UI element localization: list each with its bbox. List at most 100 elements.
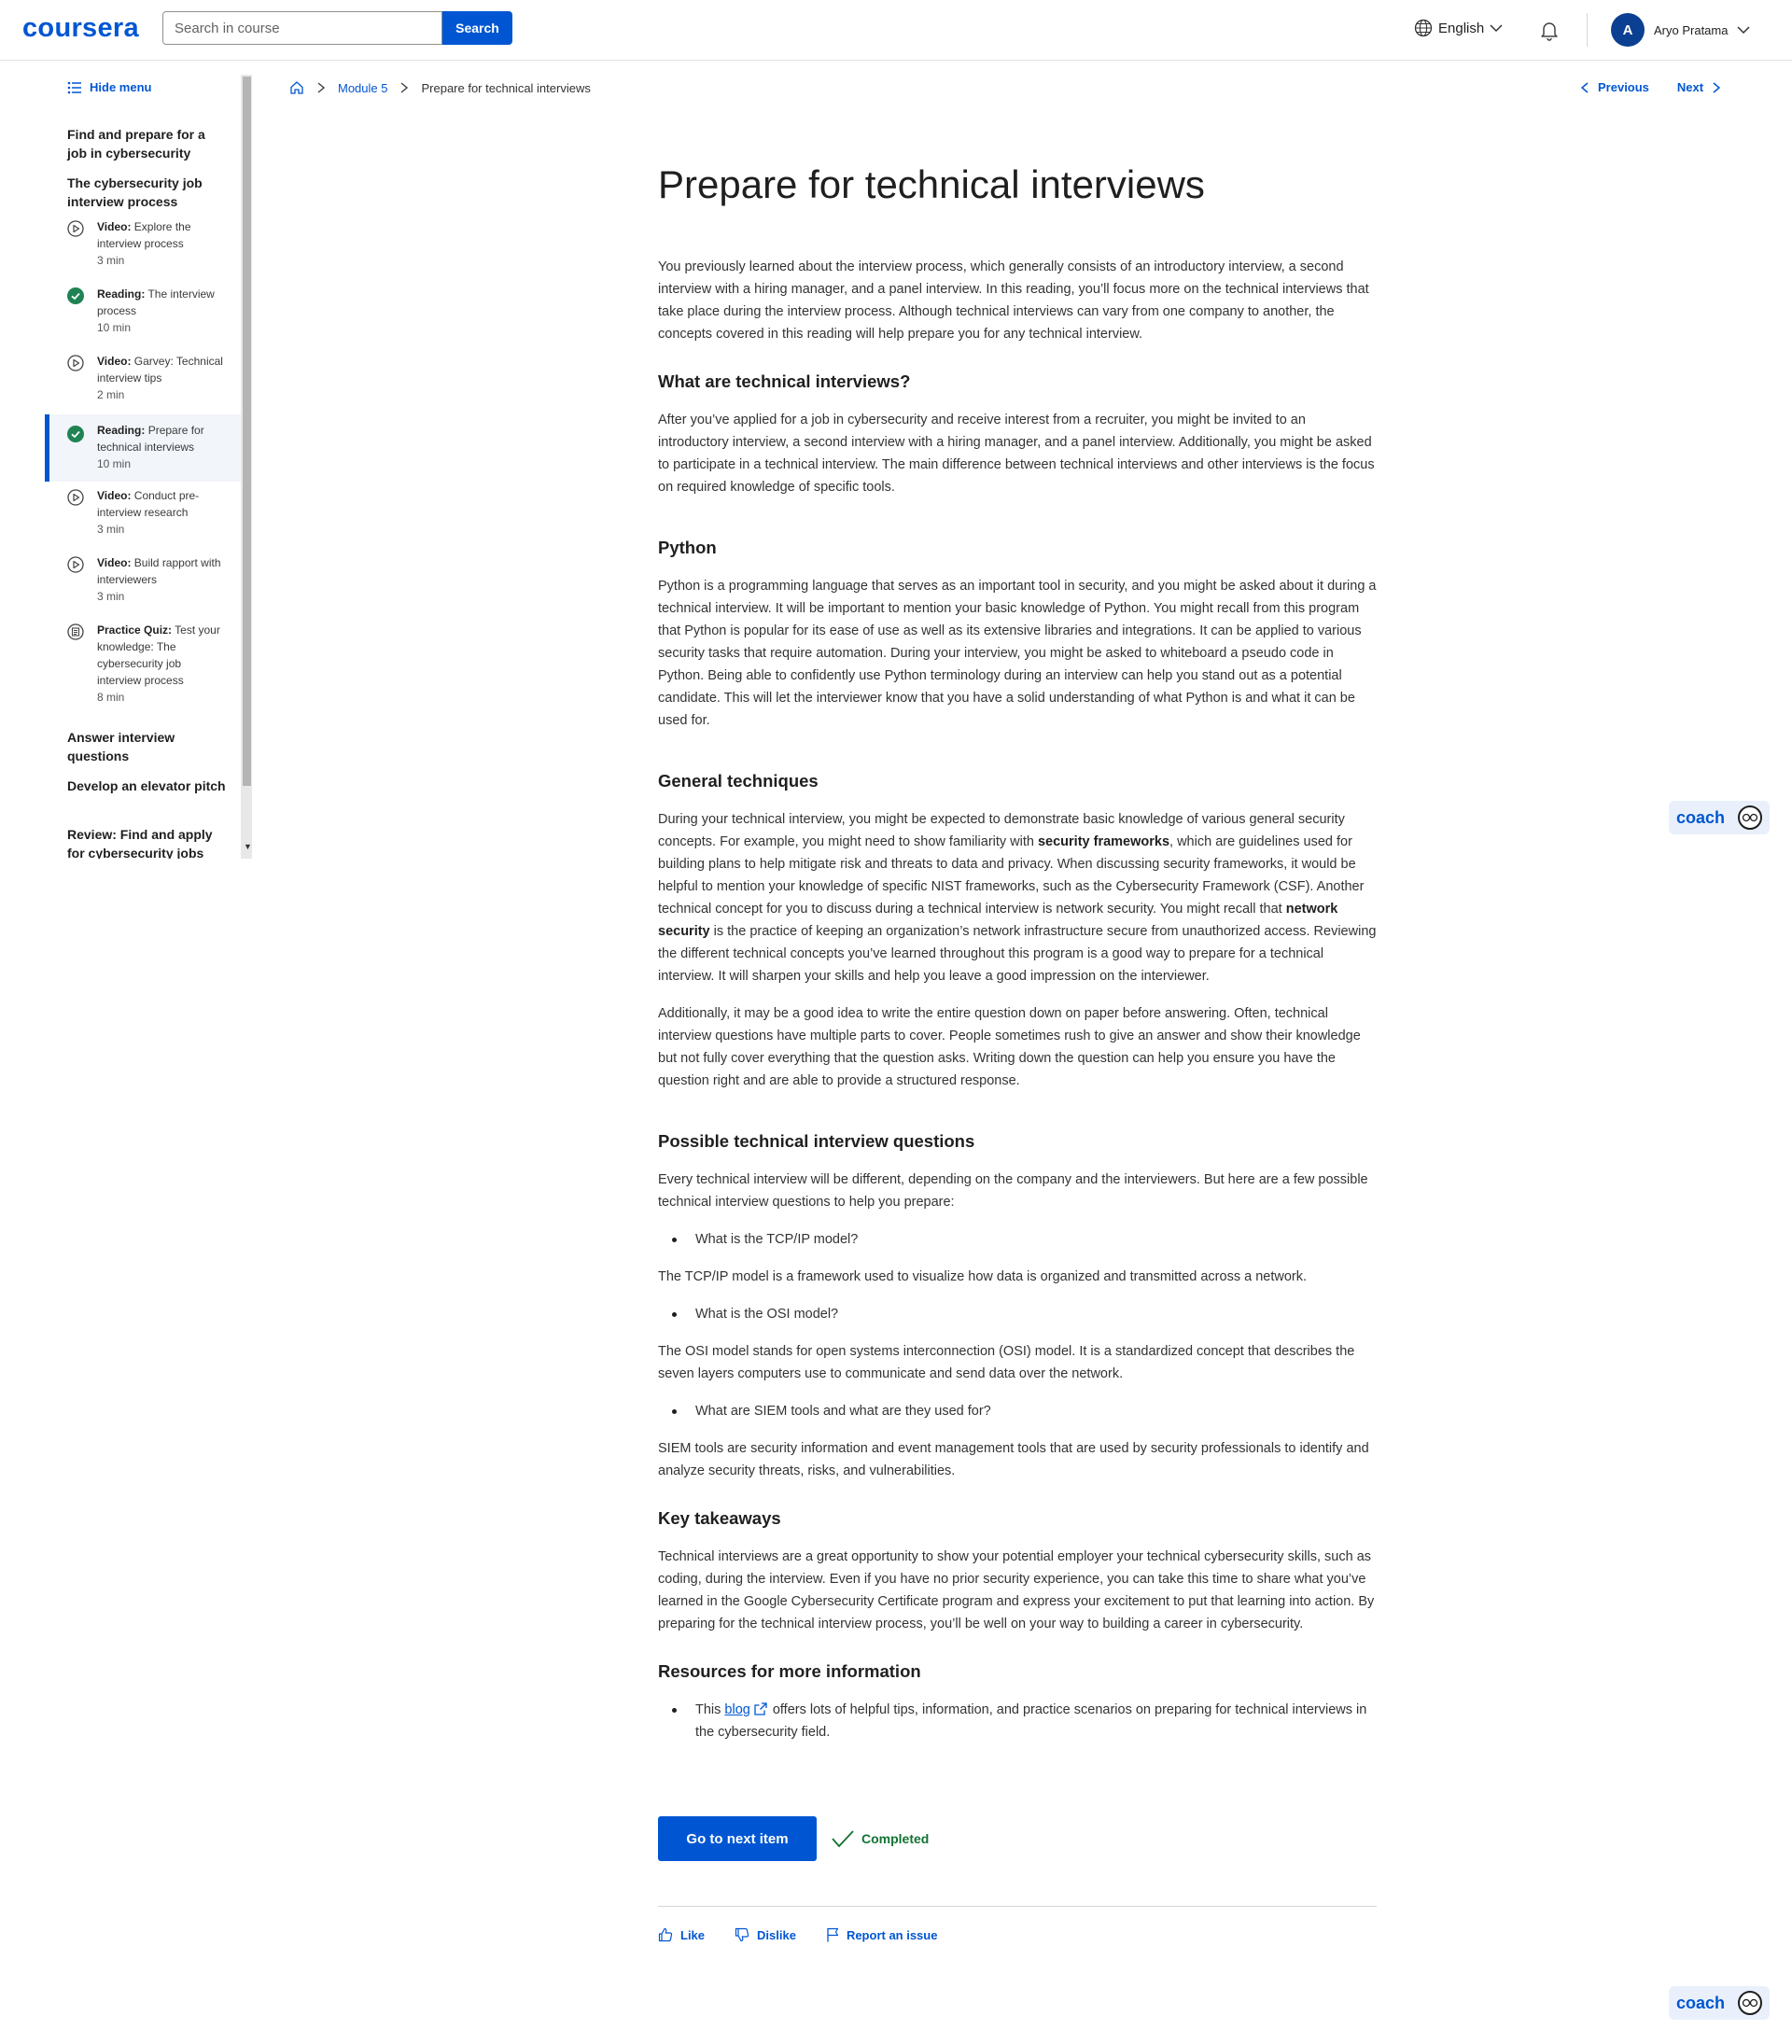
sidebar-section-elevator-pitch[interactable]: Develop an elevator pitch: [67, 777, 226, 795]
sidebar-item-text: Video: Conduct pre-interview research 3 m…: [97, 489, 200, 536]
search-button[interactable]: Search: [442, 11, 512, 45]
scroll-down-arrow-icon[interactable]: ▼: [244, 842, 252, 851]
coach-label: coach: [1676, 1993, 1726, 2012]
sidebar-scrollbar-thumb[interactable]: [243, 77, 251, 786]
answer-osi: The OSI model stands for open systems in…: [658, 1344, 1355, 1381]
next-button[interactable]: Next: [1676, 80, 1721, 94]
sidebar-item-text: Reading: Prepare for technical interview…: [97, 424, 204, 470]
heading-possible-questions: Possible technical interview questions: [658, 1131, 975, 1151]
sidebar-item-build-rapport[interactable]: Video: Build rapport with interviewers 3 …: [45, 554, 241, 622]
breadcrumb-current: Prepare for technical interviews: [421, 80, 591, 95]
sidebar-section-review[interactable]: Review: Find and apply for cybersecurity…: [67, 825, 226, 859]
sidebar-item-text: Practice Quiz: Test your knowledge: The …: [97, 623, 220, 704]
home-icon[interactable]: [289, 80, 304, 95]
bell-icon: [1541, 22, 1558, 41]
previous-button[interactable]: Previous: [1581, 80, 1649, 94]
paragraph-what: After you’ve applied for a job in cybers…: [658, 413, 1375, 495]
coach-glasses-icon: [1738, 1991, 1762, 2015]
coach-button[interactable]: coach: [1669, 801, 1770, 834]
quiz-icon: [67, 623, 84, 640]
chevron-left-icon: [1581, 81, 1589, 93]
play-circle-icon: [67, 556, 84, 573]
coach-label: coach: [1676, 807, 1726, 827]
check-circle-icon: [67, 287, 84, 304]
question-siem: What are SIEM tools and what are they us…: [658, 1400, 1377, 1422]
answer-siem: SIEM tools are security information and …: [658, 1441, 1369, 1478]
breadcrumb: Module 5 Prepare for technical interview…: [289, 80, 591, 95]
external-link-icon: [754, 1702, 767, 1715]
breadcrumb-module[interactable]: Module 5: [338, 81, 387, 95]
report-label: Report an issue: [846, 1927, 938, 1942]
sidebar-item-text: Video: Garvey: Technical interview tips 2…: [97, 355, 223, 401]
hide-menu-button[interactable]: Hide menu: [67, 80, 151, 94]
page-title: Prepare for technical interviews: [658, 162, 1205, 206]
flag-icon: [827, 1927, 839, 1942]
heading-general-techniques: General techniques: [658, 771, 819, 791]
chevron-right-icon: [401, 82, 409, 93]
paragraph-additionally: Additionally, it may be a good idea to w…: [658, 1006, 1361, 1088]
item-navigation: Previous Next: [1581, 80, 1721, 94]
blog-link[interactable]: blog: [724, 1702, 749, 1717]
sidebar-item-interview-process[interactable]: Reading: The interview process 10 min: [45, 286, 241, 353]
sidebar-item-explore-interview[interactable]: Video: Explore the interview process 3 mi…: [45, 218, 241, 286]
course-sidebar: Hide menu Find and prepare for a job in …: [45, 60, 258, 859]
coursera-logo[interactable]: coursera: [22, 13, 139, 44]
thumbs-down-icon: [735, 1927, 749, 1942]
sidebar-item-text: Reading: The interview process 10 min: [97, 287, 215, 334]
user-menu[interactable]: A Aryo Pratama: [1611, 13, 1751, 47]
intro-paragraph: You previously learned about the intervi…: [658, 259, 1369, 342]
top-header: coursera Search English A Aryo Pratama: [0, 0, 1792, 61]
like-button[interactable]: Like: [658, 1927, 705, 1942]
paragraph-takeaways: Technical interviews are a great opportu…: [658, 1549, 1375, 1631]
coach-button[interactable]: coach: [1669, 1986, 1770, 2020]
go-to-next-item-button[interactable]: Go to next item: [658, 1816, 817, 1861]
paragraph-python: Python is a programming language that se…: [658, 579, 1377, 728]
completed-label: Completed: [861, 1831, 930, 1846]
coach-glasses-icon: [1738, 805, 1762, 830]
sidebar-item-prepare-technical[interactable]: Reading: Prepare for technical interview…: [45, 414, 241, 482]
check-circle-icon: [67, 426, 84, 442]
sidebar-item-text: Video: Build rapport with interviewers 3 …: [97, 556, 221, 603]
heading-resources: Resources for more information: [658, 1661, 921, 1681]
chevron-down-icon: [1737, 26, 1751, 35]
answer-tcpip: The TCP/IP model is a framework used to …: [658, 1269, 1307, 1284]
sidebar-item-practice-quiz[interactable]: Practice Quiz: Test your knowledge: The …: [45, 622, 241, 707]
like-label: Like: [680, 1927, 706, 1942]
heading-key-takeaways: Key takeaways: [658, 1508, 781, 1528]
paragraph-general: During your technical interview, you mig…: [658, 812, 1377, 984]
play-circle-icon: [67, 489, 84, 506]
sidebar-item-garvey-tips[interactable]: Video: Garvey: Technical interview tips 2…: [45, 353, 241, 420]
content-divider: [658, 1906, 1377, 1907]
paragraph-questions: Every technical interview will be differ…: [658, 1172, 1368, 1210]
language-selector[interactable]: English: [1414, 19, 1503, 37]
chevron-right-icon: [1713, 81, 1721, 93]
avatar: A: [1611, 13, 1645, 47]
question-tcpip: What is the TCP/IP model?: [658, 1228, 1377, 1251]
play-circle-icon: [67, 355, 84, 371]
sidebar-section-find-job[interactable]: Find and prepare for a job in cybersecur…: [67, 125, 226, 162]
search-input[interactable]: [162, 11, 442, 45]
check-icon: [832, 1830, 854, 1848]
list-icon: [67, 81, 81, 93]
completion-actions: Go to next item Completed: [658, 1816, 1377, 1861]
sidebar-section-answer-questions[interactable]: Answer interview questions: [67, 728, 226, 765]
sidebar-section-interview-process[interactable]: The cybersecurity job interview process: [67, 174, 226, 211]
sidebar-scroll-area: Find and prepare for a job in cybersecur…: [45, 112, 241, 859]
globe-icon: [1414, 19, 1433, 37]
reading-content: Prepare for technical interviews You pre…: [658, 149, 1377, 1758]
play-circle-icon: [67, 220, 84, 237]
heading-what-are-technical-interviews: What are technical interviews?: [658, 371, 911, 391]
resource-item: This blog offers lots of helpful tips, in…: [658, 1699, 1377, 1743]
dislike-button[interactable]: Dislike: [735, 1927, 796, 1942]
chevron-down-icon: [1490, 24, 1503, 33]
next-label: Next: [1676, 80, 1704, 94]
user-name: Aryo Pratama: [1654, 22, 1729, 37]
sidebar-item-pre-interview-research[interactable]: Video: Conduct pre-interview research 3 m…: [45, 487, 241, 554]
heading-python: Python: [658, 538, 717, 557]
previous-label: Previous: [1598, 80, 1649, 94]
completed-status: Completed: [832, 1829, 929, 1848]
thumbs-up-icon: [658, 1927, 673, 1942]
report-issue-button[interactable]: Report an issue: [826, 1927, 938, 1942]
header-divider: [1587, 13, 1588, 47]
notifications-button[interactable]: [1538, 19, 1561, 46]
